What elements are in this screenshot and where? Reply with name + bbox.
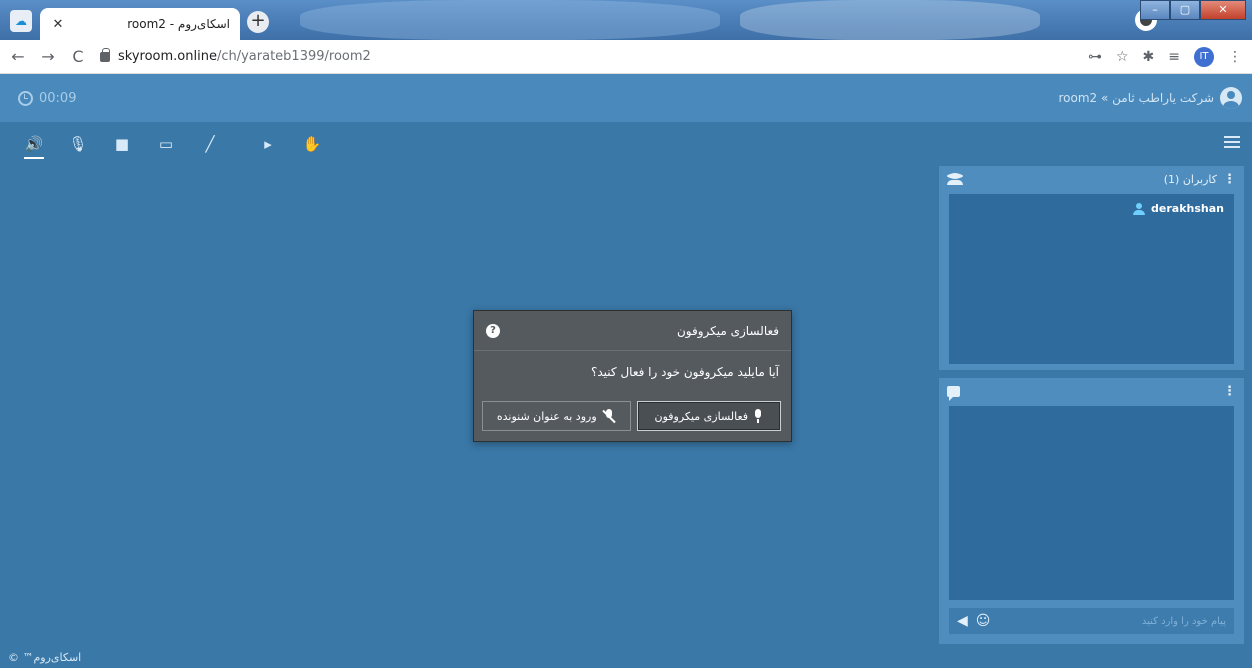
users-group-icon bbox=[947, 173, 963, 185]
bookmark-star-icon[interactable]: ☆ bbox=[1116, 49, 1129, 65]
profile-avatar[interactable]: IT bbox=[1194, 47, 1214, 67]
chat-input[interactable]: پیام خود را وارد کنید bbox=[1142, 616, 1226, 627]
room-title: شرکت یاراطب ثامن » room2 bbox=[1059, 74, 1242, 122]
screen-share-icon[interactable]: ▭ bbox=[156, 134, 176, 154]
users-panel-header: ⋮ کاربران (1) bbox=[939, 166, 1244, 192]
tab-title: اسکای‌روم - room2 bbox=[127, 17, 230, 31]
mic-permission-dialog: فعالسازی میکروفون ? آیا مایلید میکروفون … bbox=[473, 310, 792, 442]
reload-button[interactable]: C bbox=[66, 45, 90, 69]
dialog-header: فعالسازی میکروفون ? bbox=[474, 311, 791, 351]
browser-tab-strip: ☁ ✕ اسکای‌روم - room2 + – ▢ ✕ bbox=[0, 0, 1252, 40]
toolbar-actions: ⊶ ☆ ✱ ≡ IT ⋮ bbox=[1088, 40, 1242, 74]
chat-messages bbox=[949, 406, 1234, 600]
more-menu-icon[interactable]: ⋮ bbox=[1228, 49, 1242, 65]
list-item[interactable]: derakhshan bbox=[949, 194, 1234, 223]
users-panel: ⋮ کاربران (1) derakhshan bbox=[939, 166, 1244, 370]
chat-panel-menu-icon[interactable]: ⋮ bbox=[1223, 384, 1236, 399]
users-list: derakhshan bbox=[949, 194, 1234, 364]
timer-value: 00:09 bbox=[39, 90, 77, 106]
raise-hand-icon[interactable]: ✋ bbox=[302, 134, 322, 154]
new-tab-button[interactable]: + bbox=[247, 11, 269, 33]
app-favicon-icon: ☁ bbox=[10, 10, 32, 32]
url-path: /ch/yarateb1399/room2 bbox=[216, 49, 371, 64]
maximize-button[interactable]: ▢ bbox=[1170, 0, 1200, 20]
camera-icon[interactable]: ■ bbox=[112, 134, 132, 154]
tab-close-icon[interactable]: ✕ bbox=[50, 17, 66, 32]
dialog-title: فعالسازی میکروفون bbox=[676, 323, 779, 338]
titlebar-background bbox=[300, 0, 720, 40]
address-bar[interactable]: skyroom.online/ch/yarateb1399/room2 bbox=[100, 47, 371, 64]
user-account-icon[interactable] bbox=[1220, 87, 1242, 109]
brush-icon[interactable]: ╱ bbox=[200, 134, 220, 154]
url-host: skyroom.online bbox=[118, 49, 217, 64]
user-name: derakhshan bbox=[1151, 202, 1224, 215]
enable-mic-label: فعالسازی میکروفون bbox=[654, 409, 749, 423]
users-panel-menu-icon[interactable]: ⋮ bbox=[1223, 172, 1236, 187]
dialog-actions: فعالسازی میکروفون ورود به عنوان شنونده bbox=[482, 401, 781, 431]
chat-panel: ⋮ ◀ ☺ پیام خود را وارد کنید bbox=[939, 378, 1244, 644]
emoji-icon[interactable]: ☺ bbox=[976, 613, 991, 629]
join-as-listener-button[interactable]: ورود به عنوان شنونده bbox=[482, 401, 631, 431]
footer-copyright: اسکای‌روم™ © bbox=[8, 651, 82, 664]
send-icon[interactable]: ◀ bbox=[957, 613, 968, 629]
microphone-icon bbox=[753, 409, 763, 423]
chat-tools: ◀ ☺ bbox=[957, 613, 990, 629]
clock-icon bbox=[18, 90, 33, 106]
dialog-question: آیا مایلید میکروفون خود را فعال کنید؟ bbox=[591, 365, 779, 379]
chat-input-row: ◀ ☺ پیام خود را وارد کنید bbox=[949, 608, 1234, 634]
person-icon bbox=[1133, 202, 1146, 215]
extensions-icon[interactable]: ✱ bbox=[1143, 49, 1155, 65]
mic-off-icon[interactable]: 🎙 bbox=[68, 134, 88, 154]
room-header: 00:09 شرکت یاراطب ثامن » room2 bbox=[0, 74, 1252, 122]
media-controls: 🔊 🎙 ■ ▭ ╱ ▸ ✋ bbox=[0, 122, 1252, 166]
back-button[interactable]: ← bbox=[6, 45, 30, 69]
minimize-button[interactable]: – bbox=[1140, 0, 1170, 20]
window-controls: – ▢ ✕ bbox=[1140, 0, 1246, 20]
hamburger-menu-icon[interactable] bbox=[1224, 136, 1240, 148]
browser-tab[interactable]: ✕ اسکای‌روم - room2 bbox=[40, 8, 240, 40]
titlebar-background bbox=[740, 0, 1040, 40]
browser-toolbar: ← → C skyroom.online/ch/yarateb1399/room… bbox=[0, 40, 1252, 74]
lock-icon bbox=[100, 47, 110, 62]
microphone-off-icon bbox=[602, 409, 616, 423]
join-as-listener-label: ورود به عنوان شنونده bbox=[496, 409, 597, 423]
chat-panel-header: ⋮ bbox=[939, 378, 1244, 404]
close-window-button[interactable]: ✕ bbox=[1200, 0, 1246, 20]
session-timer: 00:09 bbox=[18, 74, 76, 122]
play-icon[interactable]: ▸ bbox=[258, 134, 278, 154]
enable-mic-button[interactable]: فعالسازی میکروفون bbox=[636, 401, 781, 431]
speaker-icon[interactable]: 🔊 bbox=[24, 134, 44, 159]
forward-button[interactable]: → bbox=[36, 45, 60, 69]
help-icon[interactable]: ? bbox=[486, 323, 500, 338]
chat-icon bbox=[947, 385, 960, 401]
users-panel-title: کاربران (1) bbox=[1163, 172, 1217, 186]
playlist-icon[interactable]: ≡ bbox=[1168, 49, 1180, 65]
key-icon[interactable]: ⊶ bbox=[1088, 49, 1102, 65]
room-title-text: شرکت یاراطب ثامن » room2 bbox=[1058, 91, 1214, 105]
